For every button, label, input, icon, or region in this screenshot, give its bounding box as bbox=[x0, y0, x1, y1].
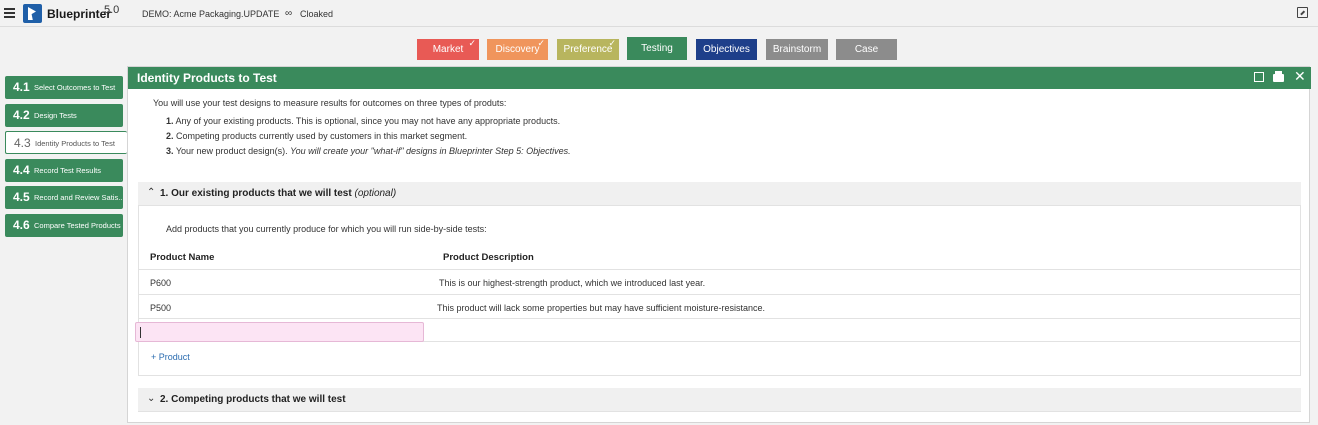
tab-testing[interactable]: Testing bbox=[627, 37, 687, 60]
section-existing-products-header[interactable]: ⌃ 1. Our existing products that we will … bbox=[138, 182, 1301, 206]
tab-label: Preference bbox=[563, 44, 613, 55]
tab-discovery[interactable]: Discovery ✓ bbox=[487, 38, 548, 60]
sidebar-item-label: Compare Tested Products bbox=[34, 221, 121, 230]
section-title: 2. Competing products that we will test bbox=[160, 394, 346, 405]
tab-label: Objectives bbox=[703, 44, 750, 55]
list-item: 2. Competing products currently used by … bbox=[166, 131, 467, 141]
list-item: 3. Your new product design(s). You will … bbox=[166, 146, 571, 156]
sidebar-item-label: Design Tests bbox=[34, 111, 77, 120]
main-panel: Identity Products to Test ✕ You will use… bbox=[127, 66, 1311, 423]
panel-header: Identity Products to Test ✕ bbox=[128, 67, 1311, 89]
tab-label: Brainstorm bbox=[772, 44, 822, 55]
new-product-name-input[interactable] bbox=[135, 322, 424, 342]
fullscreen-icon[interactable] bbox=[1297, 7, 1308, 18]
step-number: 4.1 bbox=[13, 80, 30, 94]
product-description-cell: This product will lack some properties b… bbox=[437, 303, 765, 313]
check-icon: ✓ bbox=[608, 38, 616, 48]
list-italic-text: You will create your "what-if" designs i… bbox=[290, 146, 571, 156]
tab-brainstorm[interactable]: Brainstorm bbox=[766, 39, 828, 60]
step-number: 4.3 bbox=[14, 136, 31, 150]
panel-title: Identity Products to Test bbox=[137, 71, 277, 85]
tab-label: Testing bbox=[641, 43, 673, 54]
hamburger-menu-icon[interactable] bbox=[4, 8, 15, 18]
sidebar-item-select-outcomes[interactable]: 4.1 Select Outcomes to Test bbox=[5, 76, 123, 99]
section-existing-products-body: Add products that you currently produce … bbox=[138, 206, 1301, 376]
tab-case[interactable]: Case bbox=[836, 39, 897, 60]
cloaked-toggle[interactable]: Cloaked bbox=[300, 9, 333, 19]
expand-icon[interactable] bbox=[1254, 72, 1264, 82]
sidebar-item-identity-products[interactable]: 4.3 Identity Products to Test bbox=[5, 131, 127, 154]
sidebar-item-record-review[interactable]: 4.5 Record and Review Satis... bbox=[5, 186, 123, 209]
mask-icon[interactable]: ∞ bbox=[285, 8, 292, 19]
sidebar-item-label: Record and Review Satis... bbox=[34, 193, 122, 202]
list-text: Any of your existing products. This is o… bbox=[175, 116, 561, 126]
step-number: 4.2 bbox=[13, 108, 30, 122]
project-label[interactable]: DEMO: Acme Packaging.UPDATE bbox=[142, 9, 279, 19]
tab-objectives[interactable]: Objectives bbox=[696, 39, 757, 60]
product-name-cell: P500 bbox=[150, 303, 172, 313]
list-number: 2. bbox=[166, 131, 174, 141]
sidebar-item-design-tests[interactable]: 4.2 Design Tests bbox=[5, 104, 123, 127]
sidebar-item-compare-products[interactable]: 4.6 Compare Tested Products bbox=[5, 214, 123, 237]
print-icon[interactable] bbox=[1273, 71, 1284, 82]
add-product-link[interactable]: + Product bbox=[151, 352, 190, 362]
app-brand: Blueprinter bbox=[47, 7, 112, 21]
check-icon: ✓ bbox=[537, 38, 545, 48]
product-description-cell: This is our highest-strength product, wh… bbox=[439, 278, 706, 288]
top-bar: Blueprinter 5.0 DEMO: Acme Packaging.UPD… bbox=[0, 0, 1318, 27]
tab-market[interactable]: Market ✓ bbox=[417, 38, 479, 60]
chevron-down-icon: ⌄ bbox=[147, 393, 156, 404]
step-number: 4.4 bbox=[13, 163, 30, 177]
chevron-up-icon: ⌃ bbox=[147, 187, 156, 198]
tab-preference[interactable]: Preference ✓ bbox=[557, 38, 619, 60]
section-competing-products-header[interactable]: ⌄ 2. Competing products that we will tes… bbox=[138, 388, 1301, 412]
optional-label: (optional) bbox=[354, 188, 397, 199]
tab-label: Market bbox=[432, 44, 464, 55]
column-header-product-description: Product Description bbox=[443, 252, 534, 263]
section-description: Add products that you currently produce … bbox=[166, 224, 487, 234]
sidebar-item-record-results[interactable]: 4.4 Record Test Results bbox=[5, 159, 123, 182]
table-row[interactable]: P500 This product will lack some propert… bbox=[139, 294, 1300, 319]
text-caret bbox=[140, 327, 141, 338]
step-number: 4.5 bbox=[13, 190, 30, 204]
list-number: 1. bbox=[166, 116, 174, 126]
list-text: Competing products currently used by cus… bbox=[176, 131, 468, 141]
tab-label: Case bbox=[854, 44, 879, 55]
list-text: Your new product design(s). bbox=[175, 146, 291, 156]
section-title-text: 1. Our existing products that we will te… bbox=[160, 188, 352, 199]
tab-label: Discovery bbox=[495, 44, 540, 55]
list-item: 1. Any of your existing products. This i… bbox=[166, 116, 560, 126]
check-icon: ✓ bbox=[468, 38, 476, 48]
sidebar-item-label: Record Test Results bbox=[34, 166, 101, 175]
app-version: 5.0 bbox=[104, 4, 120, 16]
product-name-cell: P600 bbox=[150, 278, 172, 288]
step-number: 4.6 bbox=[13, 218, 30, 232]
table-row[interactable]: P600 This is our highest-strength produc… bbox=[139, 269, 1300, 294]
list-number: 3. bbox=[166, 146, 174, 156]
column-header-product-name: Product Name bbox=[150, 252, 215, 263]
blueprinter-logo bbox=[23, 4, 42, 23]
intro-text: You will use your test designs to measur… bbox=[153, 98, 507, 108]
section-title: 1. Our existing products that we will te… bbox=[160, 188, 396, 199]
sidebar-item-label: Select Outcomes to Test bbox=[34, 83, 116, 92]
close-icon[interactable]: ✕ bbox=[1294, 69, 1306, 83]
sidebar-item-label: Identity Products to Test bbox=[35, 139, 115, 148]
